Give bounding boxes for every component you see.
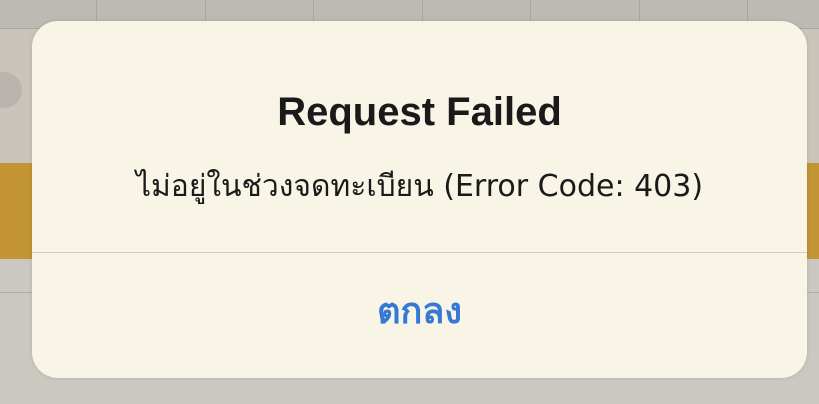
alert-title: Request Failed <box>277 90 562 134</box>
alert-message: ไม่อยู่ในช่วงจดทะเบียน (Error Code: 403) <box>135 169 704 204</box>
ok-button-label: ตกลง <box>377 290 462 332</box>
alert-body: Request Failed ไม่อยู่ในช่วงจดทะเบียน (E… <box>32 21 807 252</box>
ok-button[interactable]: ตกลง <box>32 253 807 378</box>
background-avatar <box>0 72 22 108</box>
alert-dialog: Request Failed ไม่อยู่ในช่วงจดทะเบียน (E… <box>32 21 807 378</box>
screen: Request Failed ไม่อยู่ในช่วงจดทะเบียน (E… <box>0 0 819 404</box>
